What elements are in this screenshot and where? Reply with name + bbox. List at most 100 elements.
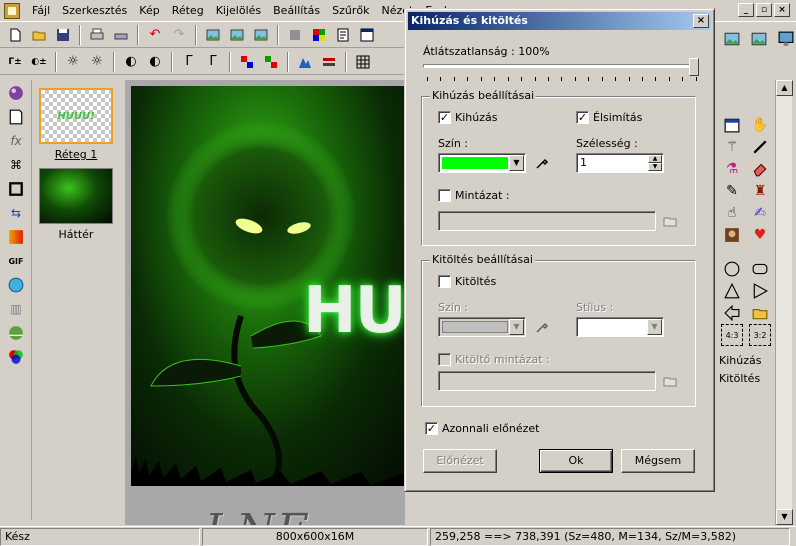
grid-icon[interactable] bbox=[352, 51, 374, 73]
scroll-up-button[interactable]: ▲ bbox=[776, 80, 793, 96]
calendar-icon[interactable] bbox=[721, 114, 743, 136]
play-triangle-icon[interactable] bbox=[749, 280, 771, 302]
opacity-slider-track[interactable] bbox=[423, 64, 699, 68]
levels-icon[interactable] bbox=[318, 51, 340, 73]
eyedropper-icon[interactable] bbox=[532, 153, 552, 173]
script-icon[interactable] bbox=[332, 24, 354, 46]
ok-button[interactable]: Ok bbox=[539, 449, 613, 473]
undo-icon[interactable]: ↶ bbox=[144, 24, 166, 46]
image-tool-icon[interactable] bbox=[250, 24, 272, 46]
eraser-icon[interactable] bbox=[749, 158, 771, 180]
menu-layer[interactable]: Réteg bbox=[166, 0, 210, 22]
preview-checkbox-row[interactable]: ✓ Azonnali előnézet bbox=[425, 422, 539, 435]
new-file-icon[interactable] bbox=[4, 24, 26, 46]
stroke-color-select[interactable]: ▼ bbox=[438, 153, 526, 173]
stroke-width-input[interactable]: 1 ▲ ▼ bbox=[576, 153, 664, 173]
rounded-rect-icon[interactable] bbox=[749, 258, 771, 280]
magic-wand-icon[interactable]: ⚚ bbox=[721, 136, 743, 158]
open-folder-icon[interactable] bbox=[28, 24, 50, 46]
layer-item-layer1[interactable]: HUUU! Réteg 1 bbox=[39, 88, 113, 161]
auto-contrast-icon[interactable]: ◐± bbox=[28, 51, 50, 73]
print-icon[interactable] bbox=[86, 24, 108, 46]
instant-preview-checkbox[interactable]: ✓ bbox=[425, 422, 438, 435]
arrow-shape-icon[interactable] bbox=[721, 302, 743, 324]
gradient-icon[interactable] bbox=[5, 226, 27, 248]
color-grid-icon[interactable] bbox=[308, 24, 330, 46]
scanner-icon[interactable] bbox=[110, 24, 132, 46]
layer-item-background[interactable]: Háttér bbox=[39, 168, 113, 241]
monitor-icon[interactable] bbox=[775, 28, 796, 50]
menu-file[interactable]: Fájl bbox=[26, 0, 56, 22]
menu-edit[interactable]: Szerkesztés bbox=[56, 0, 133, 22]
fill-checkbox-row[interactable]: Kitöltés bbox=[438, 275, 496, 288]
portrait-icon[interactable] bbox=[721, 224, 743, 246]
window-icon[interactable] bbox=[356, 24, 378, 46]
antialias-checkbox[interactable]: ✓ bbox=[576, 111, 589, 124]
fill-pattern-field[interactable] bbox=[438, 371, 656, 391]
spin-up-icon[interactable]: ▲ bbox=[648, 155, 662, 163]
image-tool-icon[interactable] bbox=[202, 24, 224, 46]
color-balance-icon[interactable] bbox=[236, 51, 258, 73]
restore-button[interactable]: ▫ bbox=[756, 3, 772, 17]
close-button[interactable]: × bbox=[774, 3, 790, 17]
gamma-down-icon[interactable]: Γ bbox=[178, 51, 200, 73]
flip-icon[interactable]: ⇆ bbox=[5, 202, 27, 224]
cloverleaf-icon[interactable]: ⌘ bbox=[5, 154, 27, 176]
brush-icon[interactable]: ✎ bbox=[721, 180, 743, 202]
pattern-checkbox-row[interactable]: Mintázat : bbox=[438, 189, 510, 202]
dialog-title-bar[interactable]: Kihúzás és kitöltés × bbox=[408, 12, 711, 30]
open-folder-icon[interactable] bbox=[749, 302, 771, 324]
minimize-button[interactable]: _ bbox=[738, 3, 754, 17]
chevron-down-icon[interactable]: ▼ bbox=[509, 155, 524, 171]
canvas-area[interactable]: HU LNE bbox=[125, 80, 405, 525]
brightness-down-icon[interactable]: ☼ bbox=[62, 51, 84, 73]
triangle-icon[interactable] bbox=[721, 280, 743, 302]
image-canvas[interactable]: HU bbox=[131, 86, 405, 488]
gif-export-icon[interactable]: GIF bbox=[5, 250, 27, 272]
paint-brush-icon[interactable]: ✍ bbox=[749, 202, 771, 224]
book-icon[interactable]: ▥ bbox=[5, 298, 27, 320]
dialog-close-button[interactable]: × bbox=[693, 14, 709, 28]
stroke-checkbox-row[interactable]: ✓ Kihúzás bbox=[438, 111, 497, 124]
app-icon[interactable] bbox=[4, 2, 20, 19]
ratio-4-3-icon[interactable]: 4:3 bbox=[721, 324, 743, 346]
brightness-up-icon[interactable]: ☼ bbox=[86, 51, 108, 73]
scroll-down-button[interactable]: ▼ bbox=[776, 509, 793, 525]
redo-icon[interactable]: ↷ bbox=[168, 24, 190, 46]
histogram-icon[interactable] bbox=[294, 51, 316, 73]
eyedropper-icon[interactable] bbox=[532, 317, 552, 337]
cancel-button[interactable]: Mégsem bbox=[621, 449, 695, 473]
line-icon[interactable] bbox=[749, 136, 771, 158]
menu-adjust[interactable]: Beállítás bbox=[267, 0, 326, 22]
save-icon[interactable] bbox=[52, 24, 74, 46]
globe-icon[interactable] bbox=[5, 274, 27, 296]
preview-button[interactable]: Előnézet bbox=[423, 449, 497, 473]
contrast-down-icon[interactable]: ◐ bbox=[120, 51, 142, 73]
pattern-checkbox[interactable] bbox=[438, 189, 451, 202]
antialias-checkbox-row[interactable]: ✓ Élsimítás bbox=[576, 111, 642, 124]
stroke-width-spinner[interactable]: ▲ ▼ bbox=[648, 155, 662, 171]
sphere-tool-icon[interactable] bbox=[5, 82, 27, 104]
image-tool-icon[interactable] bbox=[226, 24, 248, 46]
color-balance-icon[interactable] bbox=[260, 51, 282, 73]
contrast-up-icon[interactable]: ◐ bbox=[144, 51, 166, 73]
page-curl-icon[interactable] bbox=[5, 106, 27, 128]
landscape-icon[interactable] bbox=[5, 322, 27, 344]
frame-icon[interactable] bbox=[5, 178, 27, 200]
strawberry-icon[interactable]: ♥ bbox=[749, 224, 771, 246]
hand-icon[interactable]: ✋ bbox=[749, 114, 771, 136]
fill-pattern-checkbox-row[interactable]: Kitöltő mintázat : bbox=[438, 353, 550, 366]
menu-selection[interactable]: Kijelölés bbox=[210, 0, 267, 22]
fill-checkbox[interactable] bbox=[438, 275, 451, 288]
open-folder-icon[interactable] bbox=[660, 371, 680, 391]
chevron-down-icon[interactable]: ▼ bbox=[509, 319, 524, 335]
opacity-slider-thumb[interactable] bbox=[689, 58, 699, 76]
menu-image[interactable]: Kép bbox=[133, 0, 165, 22]
fill-style-select[interactable]: ▼ bbox=[576, 317, 664, 337]
formula-icon[interactable]: fx bbox=[5, 130, 27, 152]
color-wheel-icon[interactable] bbox=[5, 346, 27, 368]
fill-pattern-checkbox[interactable] bbox=[438, 353, 451, 366]
smudge-icon[interactable]: ☝ bbox=[721, 202, 743, 224]
gamma-up-icon[interactable]: Γ bbox=[202, 51, 224, 73]
menu-filters[interactable]: Szűrők bbox=[326, 0, 375, 22]
